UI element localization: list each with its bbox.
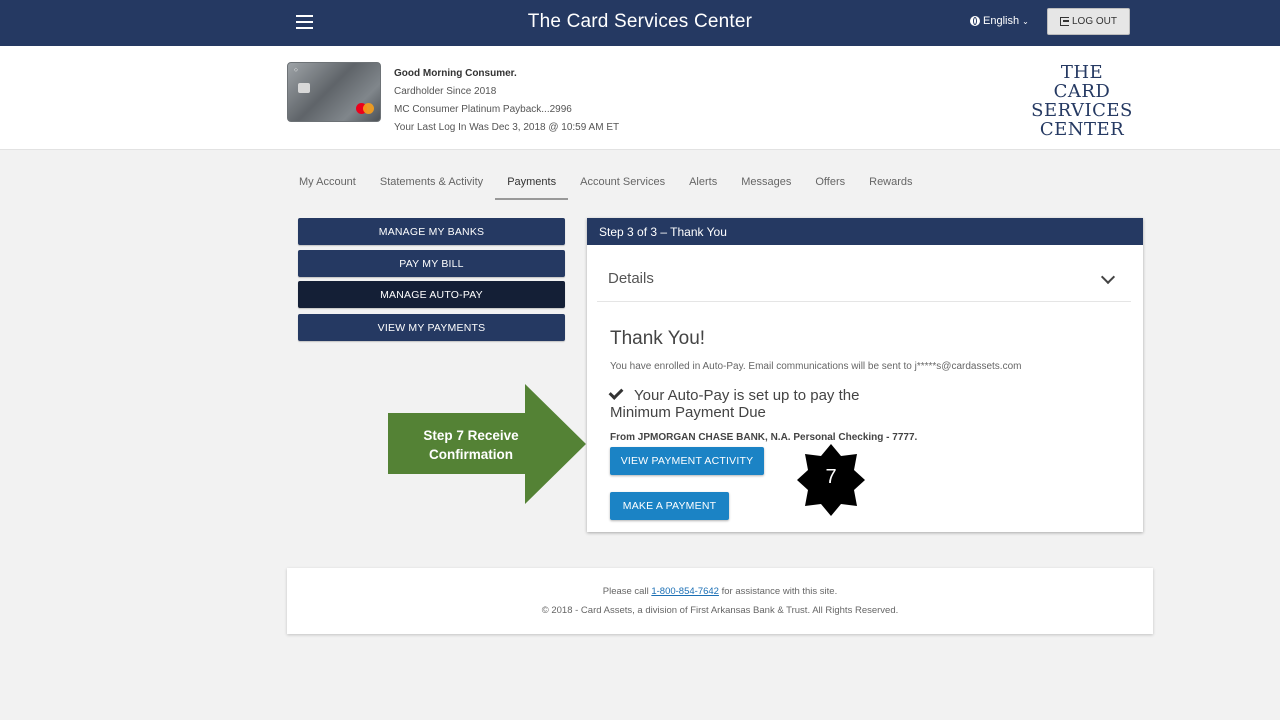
- tab-messages[interactable]: Messages: [729, 170, 803, 200]
- tab-statements-activity[interactable]: Statements & Activity: [368, 170, 495, 200]
- arrow-shape: [388, 384, 586, 504]
- logo-line: THE: [1060, 62, 1104, 83]
- manage-my-banks-button[interactable]: MANAGE MY BANKS: [298, 218, 565, 245]
- tab-payments[interactable]: Payments: [495, 170, 569, 200]
- panel-header: Step 3 of 3 – Thank You: [587, 218, 1143, 245]
- logout-button[interactable]: LOG OUT: [1047, 8, 1130, 35]
- confirmation-panel: Step 3 of 3 – Thank You Details Thank Yo…: [587, 218, 1143, 532]
- logout-label: LOG OUT: [1071, 16, 1117, 27]
- assistance-suffix: for assistance with this site.: [718, 586, 838, 597]
- tab-offers[interactable]: Offers: [803, 170, 857, 200]
- page-footer: Please call 1-800-854-7642 for assistanc…: [287, 568, 1153, 634]
- card-name: MC Consumer Platinum Payback...2996: [394, 104, 572, 115]
- thank-you-heading: Thank You!: [610, 328, 706, 349]
- logo-line: CENTER: [1039, 119, 1125, 140]
- card-chip: [298, 83, 310, 93]
- assistance-line: Please call 1-800-854-7642 for assistanc…: [287, 586, 1153, 597]
- pay-my-bill-button[interactable]: PAY MY BILL: [298, 250, 565, 277]
- details-accordion[interactable]: Details: [597, 256, 1131, 302]
- top-nav-bar: The Card Services Center English ⌄ LOG O…: [0, 0, 1280, 46]
- autopay-status: Your Auto-Pay is set up to pay the Minim…: [610, 387, 930, 421]
- manage-auto-pay-button[interactable]: MANAGE AUTO-PAY: [298, 281, 565, 308]
- last-login: Your Last Log In Was Dec 3, 2018 @ 10:59…: [394, 122, 620, 133]
- card-brand-mark: ◇: [294, 67, 298, 73]
- greeting: Good Morning Consumer.: [394, 68, 517, 79]
- from-account: From JPMORGAN CHASE BANK, N.A. Personal …: [610, 432, 918, 443]
- tab-rewards[interactable]: Rewards: [857, 170, 924, 200]
- logo-line: CARD SERVICES: [1031, 81, 1133, 121]
- cardholder-since: Cardholder Since 2018: [394, 86, 497, 97]
- language-label: English: [983, 15, 1020, 27]
- sign-out-icon: [1059, 17, 1069, 26]
- hamburger-menu-icon[interactable]: [296, 15, 313, 29]
- main-tabs: My Account Statements & Activity Payment…: [287, 170, 925, 200]
- chevron-down-icon: [1100, 269, 1116, 285]
- view-my-payments-button[interactable]: VIEW MY PAYMENTS: [298, 314, 565, 341]
- copyright: © 2018 - Card Assets, a division of Firs…: [541, 605, 899, 616]
- autopay-line-1: Your Auto-Pay is set up to pay the: [634, 387, 860, 404]
- enrollment-message: You have enrolled in Auto-Pay. Email com…: [610, 361, 1022, 372]
- profile-header: ◇ Good Morning Consumer. Cardholder Sinc…: [0, 46, 1280, 150]
- tab-alerts[interactable]: Alerts: [677, 170, 729, 200]
- autopay-line-2: Minimum Payment Due: [610, 404, 766, 421]
- make-a-payment-button[interactable]: MAKE A PAYMENT: [610, 492, 729, 520]
- step-number: 7: [825, 466, 837, 488]
- tab-my-account[interactable]: My Account: [287, 170, 368, 200]
- mastercard-logo-right: [363, 103, 374, 114]
- details-label: Details: [608, 270, 654, 287]
- tab-account-services[interactable]: Account Services: [568, 170, 677, 200]
- assistance-prefix: Please call: [602, 586, 652, 597]
- profile-info: Good Morning Consumer. Cardholder Since …: [394, 65, 619, 137]
- step-callout-arrow: [388, 384, 586, 504]
- phone-link[interactable]: 1-800-854-7642: [651, 586, 719, 597]
- view-payment-activity-button[interactable]: VIEW PAYMENT ACTIVITY: [610, 447, 764, 475]
- globe-icon: [970, 16, 980, 26]
- credit-card-image: ◇: [287, 62, 381, 122]
- card-services-logo: THE CARD SERVICES CENTER: [1012, 63, 1152, 139]
- language-selector[interactable]: English ⌄: [970, 15, 1029, 27]
- chevron-down-icon: ⌄: [1022, 16, 1029, 26]
